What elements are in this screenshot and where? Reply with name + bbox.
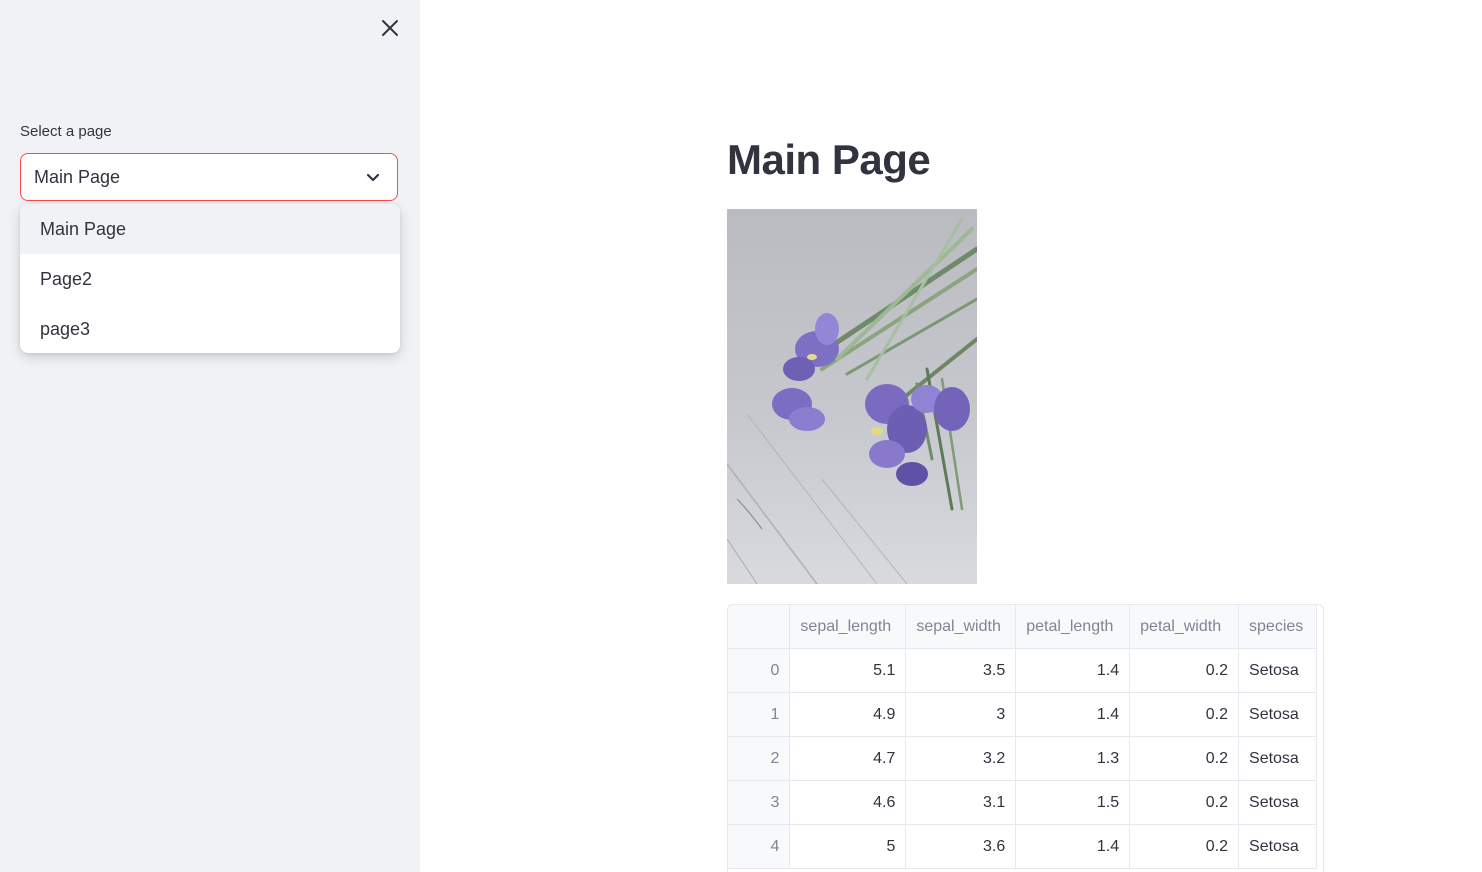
cell-species[interactable]: Setosa bbox=[1238, 648, 1317, 693]
column-header-petal-length[interactable]: petal_length bbox=[1015, 605, 1131, 649]
column-header-sepal-length[interactable]: sepal_length bbox=[789, 605, 907, 649]
page-title: Main Page bbox=[727, 136, 931, 183]
column-header-index[interactable] bbox=[728, 605, 791, 649]
option-main-page[interactable]: Main Page bbox=[20, 204, 400, 254]
option-page2[interactable]: Page2 bbox=[20, 254, 400, 304]
cell-petal-length[interactable]: 1.4 bbox=[1015, 692, 1131, 737]
table-row: 2 4.7 3.2 1.3 0.2 Setosa bbox=[728, 736, 1317, 781]
row-index: 4 bbox=[728, 824, 791, 869]
sidebar: Select a page Main Page Main Page Page2 … bbox=[0, 0, 420, 872]
row-index: 2 bbox=[728, 736, 791, 781]
cell-species[interactable]: Setosa bbox=[1238, 824, 1317, 869]
cell-sepal-length[interactable]: 4.9 bbox=[789, 692, 907, 737]
option-page3[interactable]: page3 bbox=[20, 304, 400, 353]
data-table: sepal_length sepal_width petal_length pe… bbox=[728, 605, 1317, 869]
close-sidebar-button[interactable] bbox=[378, 16, 402, 40]
cell-species[interactable]: Setosa bbox=[1238, 736, 1317, 781]
cell-sepal-length[interactable]: 4.7 bbox=[789, 736, 907, 781]
cell-sepal-width[interactable]: 3 bbox=[905, 692, 1017, 737]
page-select-dropdown: Main Page Page2 page3 bbox=[20, 204, 400, 353]
cell-sepal-length[interactable]: 4.6 bbox=[789, 780, 907, 825]
iris-dataframe[interactable]: sepal_length sepal_width petal_length pe… bbox=[727, 604, 1324, 872]
cell-species[interactable]: Setosa bbox=[1238, 780, 1317, 825]
row-index: 0 bbox=[728, 648, 791, 693]
cell-petal-width[interactable]: 0.2 bbox=[1129, 736, 1240, 781]
page-select[interactable]: Main Page bbox=[20, 153, 398, 201]
column-header-petal-width[interactable]: petal_width bbox=[1129, 605, 1240, 649]
table-row: 3 4.6 3.1 1.5 0.2 Setosa bbox=[728, 780, 1317, 825]
cell-petal-length[interactable]: 1.4 bbox=[1015, 824, 1131, 869]
cell-petal-width[interactable]: 0.2 bbox=[1129, 648, 1240, 693]
table-row: 0 5.1 3.5 1.4 0.2 Setosa bbox=[728, 648, 1317, 693]
iris-flower-image bbox=[727, 209, 977, 584]
chevron-down-icon[interactable] bbox=[365, 169, 381, 185]
cell-sepal-width[interactable]: 3.6 bbox=[905, 824, 1017, 869]
cell-petal-width[interactable]: 0.2 bbox=[1129, 780, 1240, 825]
page-select-label: Select a page bbox=[20, 123, 112, 140]
cell-sepal-width[interactable]: 3.1 bbox=[905, 780, 1017, 825]
cell-petal-length[interactable]: 1.5 bbox=[1015, 780, 1131, 825]
cell-petal-width[interactable]: 0.2 bbox=[1129, 824, 1240, 869]
cell-sepal-length[interactable]: 5 bbox=[789, 824, 907, 869]
cell-sepal-length[interactable]: 5.1 bbox=[789, 648, 907, 693]
cell-sepal-width[interactable]: 3.2 bbox=[905, 736, 1017, 781]
column-header-sepal-width[interactable]: sepal_width bbox=[905, 605, 1017, 649]
cell-sepal-width[interactable]: 3.5 bbox=[905, 648, 1017, 693]
cell-petal-width[interactable]: 0.2 bbox=[1129, 692, 1240, 737]
table-header-row: sepal_length sepal_width petal_length pe… bbox=[728, 605, 1317, 649]
app-root: Select a page Main Page Main Page Page2 … bbox=[0, 0, 1482, 872]
close-icon bbox=[382, 20, 398, 36]
cell-petal-length[interactable]: 1.4 bbox=[1015, 648, 1131, 693]
table-row: 4 5 3.6 1.4 0.2 Setosa bbox=[728, 824, 1317, 869]
row-index: 3 bbox=[728, 780, 791, 825]
cell-species[interactable]: Setosa bbox=[1238, 692, 1317, 737]
row-index: 1 bbox=[728, 692, 791, 737]
table-row: 1 4.9 3 1.4 0.2 Setosa bbox=[728, 692, 1317, 737]
column-header-species[interactable]: species bbox=[1238, 605, 1317, 649]
cell-petal-length[interactable]: 1.3 bbox=[1015, 736, 1131, 781]
page-select-value: Main Page bbox=[34, 167, 121, 187]
